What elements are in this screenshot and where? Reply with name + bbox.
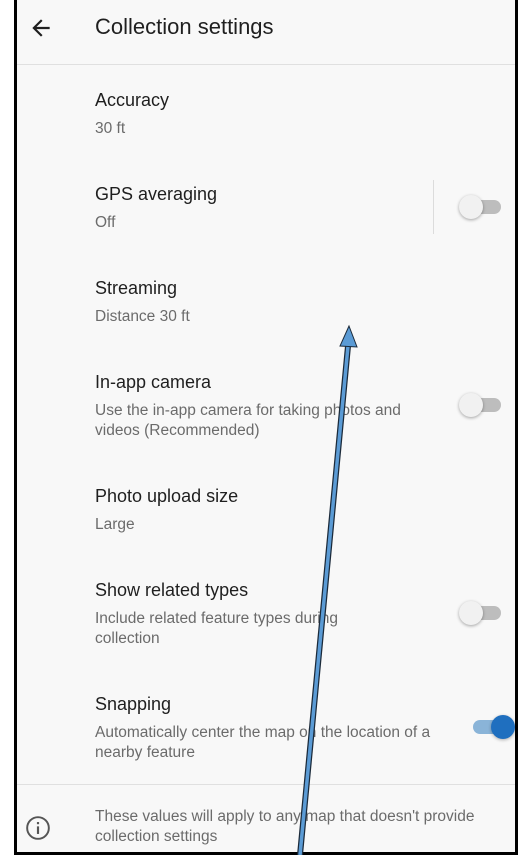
setting-show-related-types[interactable]: Show related types Include related featu… [17, 556, 515, 668]
snapping-toggle[interactable] [469, 713, 515, 741]
setting-accuracy[interactable]: Accuracy 30 ft [17, 66, 515, 160]
back-button[interactable] [23, 10, 59, 46]
setting-in-app-camera[interactable]: In-app camera Use the in-app camera for … [17, 348, 515, 460]
setting-label: Show related types [95, 580, 249, 600]
collection-settings-screen: Collection settings Accuracy 30 ft GPS a… [14, 0, 518, 855]
setting-label: In-app camera [95, 372, 212, 392]
setting-gps-averaging[interactable]: GPS averaging Off [17, 160, 515, 254]
setting-label: GPS averaging [95, 184, 218, 204]
setting-label: Streaming [95, 278, 178, 298]
setting-value: 30 ft [95, 120, 126, 137]
page-title: Collection settings [95, 14, 274, 39]
in-app-camera-toggle[interactable] [459, 391, 505, 419]
settings-footer: These values will apply to any map that … [17, 784, 515, 852]
setting-value: Off [95, 214, 116, 231]
setting-description: Automatically center the map on the loca… [95, 724, 431, 761]
show-related-types-toggle[interactable] [459, 599, 505, 627]
setting-label: Photo upload size [95, 486, 239, 506]
toggle-knob [459, 195, 483, 219]
setting-photo-upload-size[interactable]: Photo upload size Large [17, 460, 515, 556]
setting-value: Large [95, 516, 135, 533]
arrow-left-icon [32, 19, 50, 37]
toggle-knob [459, 393, 483, 417]
toggle-knob [491, 715, 515, 739]
setting-label: Accuracy [95, 90, 170, 110]
divider [433, 180, 434, 234]
setting-description: Include related feature types during col… [95, 610, 338, 647]
info-icon [26, 816, 50, 840]
setting-streaming[interactable]: Streaming Distance 30 ft [17, 254, 515, 348]
footer-note: These values will apply to any map that … [95, 808, 475, 845]
gps-averaging-toggle[interactable] [459, 193, 505, 221]
setting-snapping[interactable]: Snapping Automatically center the map on… [17, 668, 515, 784]
setting-label: Snapping [95, 694, 172, 714]
setting-value: Distance 30 ft [95, 308, 190, 325]
setting-description: Use the in-app camera for taking photos … [95, 402, 401, 439]
toggle-knob [459, 601, 483, 625]
app-bar: Collection settings [17, 0, 515, 65]
